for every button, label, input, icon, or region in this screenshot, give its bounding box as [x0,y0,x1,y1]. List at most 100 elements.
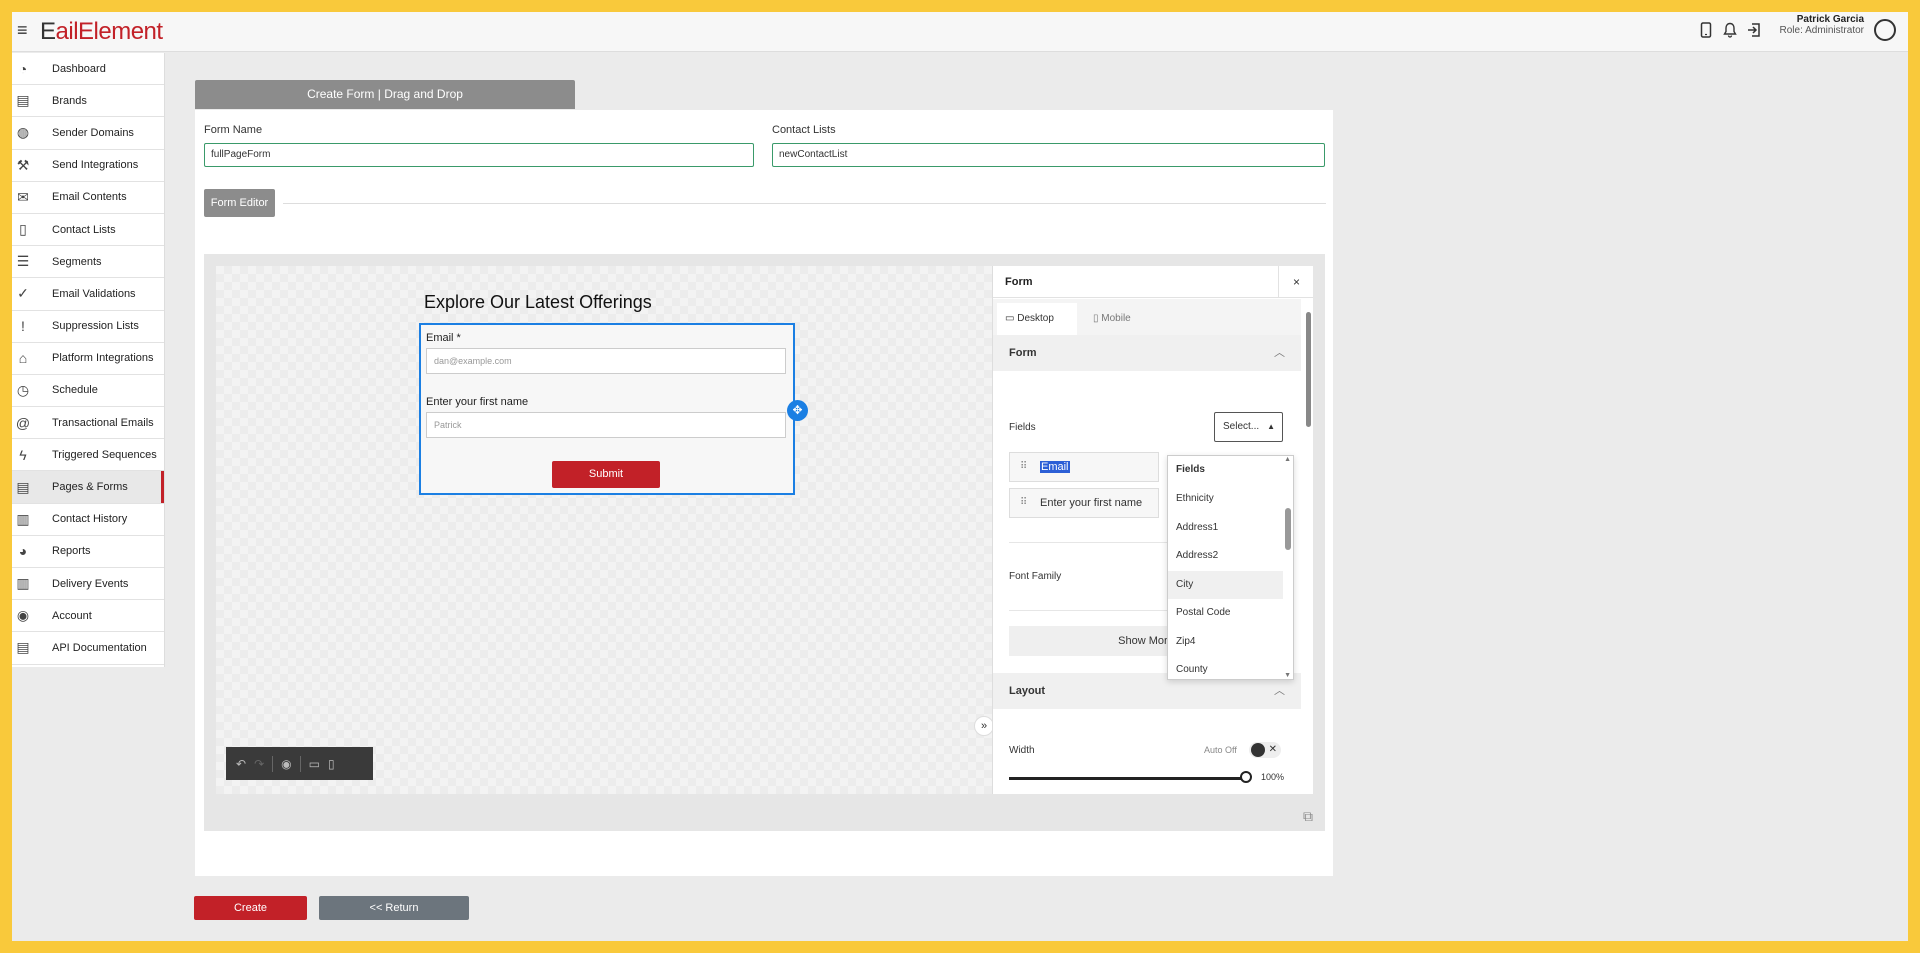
api-doc-icon: ▤ [16,639,30,656]
sidebar-item-delivery-events[interactable]: ▥ Delivery Events [12,568,164,601]
email-field[interactable]: dan@example.com [426,348,786,374]
fields-label: Fields [1009,422,1036,433]
sidebar-item-account[interactable]: ◉ Account [12,600,164,633]
sidebar-item-segments[interactable]: ☰ Segments [12,246,164,279]
sidebar-item-sender-domains[interactable]: ◍ Sender Domains [12,117,164,150]
create-button[interactable]: Create [194,896,307,920]
first-name-field[interactable]: Patrick [426,412,786,438]
tab-mobile[interactable]: ▯ Mobile [1085,303,1131,335]
form-name-label: Form Name [204,124,263,136]
width-slider-track[interactable] [1009,777,1245,780]
dropdown-option[interactable]: Address2 [1168,542,1283,570]
sidebar-item-label: Brands [52,94,87,107]
mobile-icon[interactable] [1698,21,1714,39]
bell-icon[interactable] [1722,21,1738,39]
wrench-icon: ⚒ [16,156,30,173]
sidebar-item-email-contents[interactable]: ✉ Email Contents [12,182,164,214]
desktop-view-icon[interactable]: ▭ [309,757,320,771]
tag-icon: ⌂ [18,350,28,367]
field-item-first-name[interactable]: ⠿ Enter your first name [1009,488,1159,518]
sidebar-item-contact-history[interactable]: ▥ Contact History [12,504,164,536]
sidebar: ◔ Dashboard ▤ Brands ◍ Sender Domains ⚒ Send In… [12,53,165,667]
logo-prefix: E [40,18,56,45]
width-slider-thumb[interactable] [1240,771,1252,783]
sidebar-item-transactional-emails[interactable]: @ Transactional Emails [12,407,164,440]
submit-button[interactable]: Submit [552,461,660,488]
hamburger-menu-icon[interactable]: ≡ [17,20,28,41]
exclamation-circle-icon: ! [21,318,25,335]
external-link-icon[interactable]: ⧉ [1303,808,1313,825]
sidebar-item-platform-integrations[interactable]: ⌂ Platform Integrations [12,343,164,375]
undo-icon[interactable]: ↶ [236,757,246,771]
user-circle-icon: ◉ [16,607,30,624]
book-icon: ▯ [19,221,27,238]
form-editor-tab[interactable]: Form Editor [204,189,275,217]
logo[interactable]: EailElement [40,18,163,46]
form-name-input[interactable]: fullPageForm [204,143,754,167]
fields-dropdown-list: ▲ ▼ Fields Ethnicity Address1 Address2 City P… [1167,455,1294,680]
sidebar-item-label: Send Integrations [52,159,139,172]
sidebar-item-send-integrations[interactable]: ⚒ Send Integrations [12,150,164,182]
sidebar-item-dashboard[interactable]: ◔ Dashboard [12,53,164,86]
canvas-toolbar: ↶ ↷ ◉ ▭ ▯ [226,747,373,780]
field-item-label: Enter your first name [1040,497,1143,509]
app-frame: ≡ EailElement Patrick Garcia Role: Admin… [12,12,1908,941]
drag-grip-icon[interactable]: ⠿ [1020,453,1027,481]
close-icon[interactable]: × [1278,266,1313,298]
sidebar-item-pages-forms[interactable]: ▤ Pages & Forms [12,471,164,504]
contact-lists-input[interactable]: newContactList [772,143,1325,167]
form-section-header[interactable]: Form ︿ [993,335,1301,371]
font-family-label: Font Family [1009,571,1062,582]
sidebar-item-api-documentation[interactable]: ▤ API Documentation [12,632,164,665]
dropdown-scrollbar[interactable] [1285,456,1291,679]
move-handle-icon[interactable]: ✥ [787,400,808,421]
dropdown-option[interactable]: Ethnicity [1168,485,1283,513]
chevron-up-icon: ︿ [1274,347,1285,359]
top-bar: ≡ EailElement Patrick Garcia Role: Admin… [12,12,1908,52]
user-avatar-icon[interactable] [1874,19,1896,41]
sidebar-item-contact-lists[interactable]: ▯ Contact Lists [12,214,164,247]
panel-scrollbar[interactable] [1306,302,1311,788]
document-icon: ▤ [16,478,30,495]
contact-lists-label: Contact Lists [772,124,836,136]
form-section-label: Form [1009,347,1037,359]
tab-desktop[interactable]: ▭ Desktop [997,303,1077,335]
logo-text: ailElement [55,18,164,45]
sidebar-item-label: Contact History [52,513,128,526]
editor-canvas[interactable]: Explore Our Latest Offerings Email * dan… [216,266,992,794]
dropdown-option[interactable]: City [1168,570,1283,599]
sidebar-item-label: Account [52,609,92,622]
sidebar-item-brands[interactable]: ▤ Brands [12,85,164,118]
logout-icon[interactable] [1746,21,1762,39]
drag-grip-icon[interactable]: ⠿ [1020,489,1027,517]
form-title[interactable]: Explore Our Latest Offerings [424,292,652,313]
sidebar-item-triggered-sequences[interactable]: ϟ Triggered Sequences [12,439,164,472]
sidebar-item-reports[interactable]: ◕ Reports [12,536,164,568]
sidebar-item-suppression-lists[interactable]: ! Suppression Lists [12,311,164,343]
preview-eye-icon[interactable]: ◉ [281,757,291,771]
layout-section-label: Layout [1009,685,1046,697]
dropdown-option[interactable]: County [1168,656,1283,679]
panel-header: Form × [993,266,1313,298]
collapse-panel-icon[interactable]: » [974,716,994,736]
sidebar-item-label: Schedule [52,384,98,397]
user-name: Patrick Garcia [1796,14,1864,25]
sidebar-item-email-validations[interactable]: ✓ Email Validations [12,278,164,311]
form-block[interactable]: Email * dan@example.com Enter your first… [419,323,795,495]
return-button[interactable]: << Return [319,896,469,920]
scrollbar-thumb[interactable] [1306,312,1311,427]
redo-icon[interactable]: ↷ [254,757,264,771]
field-item-email[interactable]: ⠿ Email [1009,452,1159,482]
mobile-view-icon[interactable]: ▯ [328,757,335,771]
bar-chart-icon: ▥ [16,575,30,592]
sidebar-item-schedule[interactable]: ◷ Schedule [12,375,164,408]
scrollbar-thumb[interactable] [1285,508,1291,550]
sidebar-item-label: Pages & Forms [52,481,128,494]
toolbar-separator [272,755,274,772]
check-circle-icon: ✓ [17,285,29,302]
dropdown-option[interactable]: Postal Code [1168,599,1283,627]
dropdown-option[interactable]: Address1 [1168,514,1283,542]
dropdown-option[interactable]: Zip4 [1168,628,1283,656]
auto-width-toggle[interactable]: ✕ [1249,742,1281,758]
fields-select[interactable]: Select... ▲ [1214,412,1283,442]
